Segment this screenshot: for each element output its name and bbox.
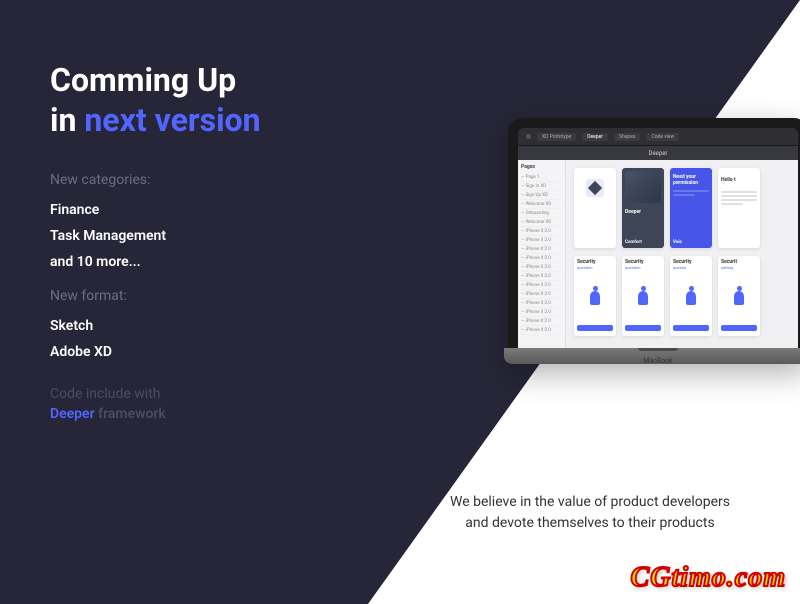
illustration-icon (673, 274, 709, 321)
category-item: and 10 more... (50, 254, 370, 270)
app-menubar: XD Prototype Deeper Shapes Code view (518, 128, 798, 146)
menubar-tab: XD Prototype (537, 133, 576, 141)
layer-item: — Page 1 (521, 173, 562, 182)
category-item: Finance (50, 202, 370, 218)
layer-item: — Welcome XD (521, 218, 562, 227)
mockup-caption: Comfort (625, 239, 661, 245)
tagline-line2: and devote themselves to their products (465, 515, 714, 531)
category-item: Task Management (50, 228, 370, 244)
watermark: CGtimo.com (631, 562, 786, 594)
app-workspace: Pages — Page 1— Sign In XD— Sign Up XD— … (518, 160, 798, 348)
mockup-button (673, 325, 709, 331)
heading-line1: Comming Up (50, 61, 236, 99)
mockup-title: Hello t (721, 177, 757, 183)
format-item: Adobe XD (50, 344, 370, 360)
illustration-icon (577, 274, 613, 321)
illustration-icon (625, 274, 661, 321)
layer-item: — iPhone X 2.0 (521, 272, 562, 281)
layer-item: — iPhone X 2.0 (521, 326, 562, 335)
layer-item: — iPhone X 2.0 (521, 299, 562, 308)
mockup-subtitle: question (625, 265, 661, 270)
phone-mockup: Deeper Comfort (622, 168, 664, 248)
format-label: New format: (50, 288, 370, 304)
framework-line: Deeper framework (50, 406, 370, 422)
layer-item: — iPhone X 2.0 (521, 263, 562, 272)
tagline-line1: We believe in the value of product devel… (450, 494, 730, 510)
toolbar-title: Deeper (649, 150, 668, 157)
laptop-brand: MacBook (643, 355, 672, 365)
mockup-row: Deeper Comfort Need your permission Voic (574, 168, 790, 248)
mockup-row: SecurityquestionSecurityquestionSecurity… (574, 256, 790, 336)
laptop-base: MacBook (504, 348, 800, 364)
layer-item: — iPhone X 2.0 (521, 281, 562, 290)
heading-line2-prefix: in (50, 101, 84, 139)
laptop-mockup: XD Prototype Deeper Shapes Code view Dee… (508, 118, 800, 364)
window-control-icon (526, 134, 531, 139)
layer-item: — Onboarding (521, 209, 562, 218)
mockup-button (625, 325, 661, 331)
phone-mockup: Securityquestion (574, 256, 616, 336)
phone-mockup (574, 168, 616, 248)
mockup-button (577, 325, 613, 331)
layer-item: — iPhone X 2.0 (521, 227, 562, 236)
text-content: Comming Up in next version New categorie… (50, 60, 370, 422)
tagline-text: We believe in the value of product devel… (410, 492, 770, 534)
framework-suffix: framework (95, 406, 166, 422)
code-label: Code include with (50, 386, 370, 402)
mockup-title: Deeper (625, 209, 661, 215)
format-item: Sketch (50, 318, 370, 334)
mockup-image (625, 171, 661, 203)
layer-item: — iPhone X 2.0 (521, 290, 562, 299)
laptop-notch (638, 348, 678, 351)
mockup-button (721, 325, 757, 331)
laptop-frame: XD Prototype Deeper Shapes Code view Dee… (508, 118, 800, 364)
panel-title: Pages (521, 164, 562, 170)
illustration-icon (721, 274, 757, 321)
code-section: Code include with Deeper framework (50, 386, 370, 422)
layer-item: — Welcome XD (521, 200, 562, 209)
phone-mockup: Securityquestio (670, 256, 712, 336)
layer-item: — iPhone X 2.0 (521, 245, 562, 254)
layer-item: — iPhone X 2.0 (521, 308, 562, 317)
menubar-tab: Shapes (614, 133, 640, 141)
layer-item: — Sign Up XD (521, 191, 562, 200)
categories-label: New categories: (50, 172, 370, 188)
layer-item: — iPhone X 2.0 (521, 317, 562, 326)
mockup-subtitle: question (577, 265, 613, 270)
logo-icon (586, 179, 604, 197)
phone-mockup: Securitsetting (718, 256, 760, 336)
laptop-screen: XD Prototype Deeper Shapes Code view Dee… (518, 128, 798, 348)
app-toolbar: Deeper (518, 146, 798, 160)
layer-item: — Sign In XD (521, 182, 562, 191)
phone-mockup: Hello t (718, 168, 760, 248)
layer-item: — iPhone X 2.0 (521, 254, 562, 263)
mockup-title: Need your permission (673, 174, 709, 186)
mockup-caption: Voic (673, 239, 709, 245)
mockup-subtitle: questio (673, 265, 709, 270)
design-canvas: Deeper Comfort Need your permission Voic (566, 160, 798, 348)
mockup-subtitle: setting (721, 265, 757, 270)
phone-mockup: Need your permission Voic (670, 168, 712, 248)
layers-panel: Pages — Page 1— Sign In XD— Sign Up XD— … (518, 160, 566, 348)
phone-mockup: Securityquestion (622, 256, 664, 336)
menubar-tab: Code view (646, 133, 679, 141)
layer-item: — iPhone X 2.0 (521, 236, 562, 245)
menubar-tab: Deeper (582, 133, 608, 141)
framework-name: Deeper (50, 406, 95, 422)
main-heading: Comming Up in next version (50, 60, 370, 140)
heading-accent: next version (84, 101, 260, 139)
